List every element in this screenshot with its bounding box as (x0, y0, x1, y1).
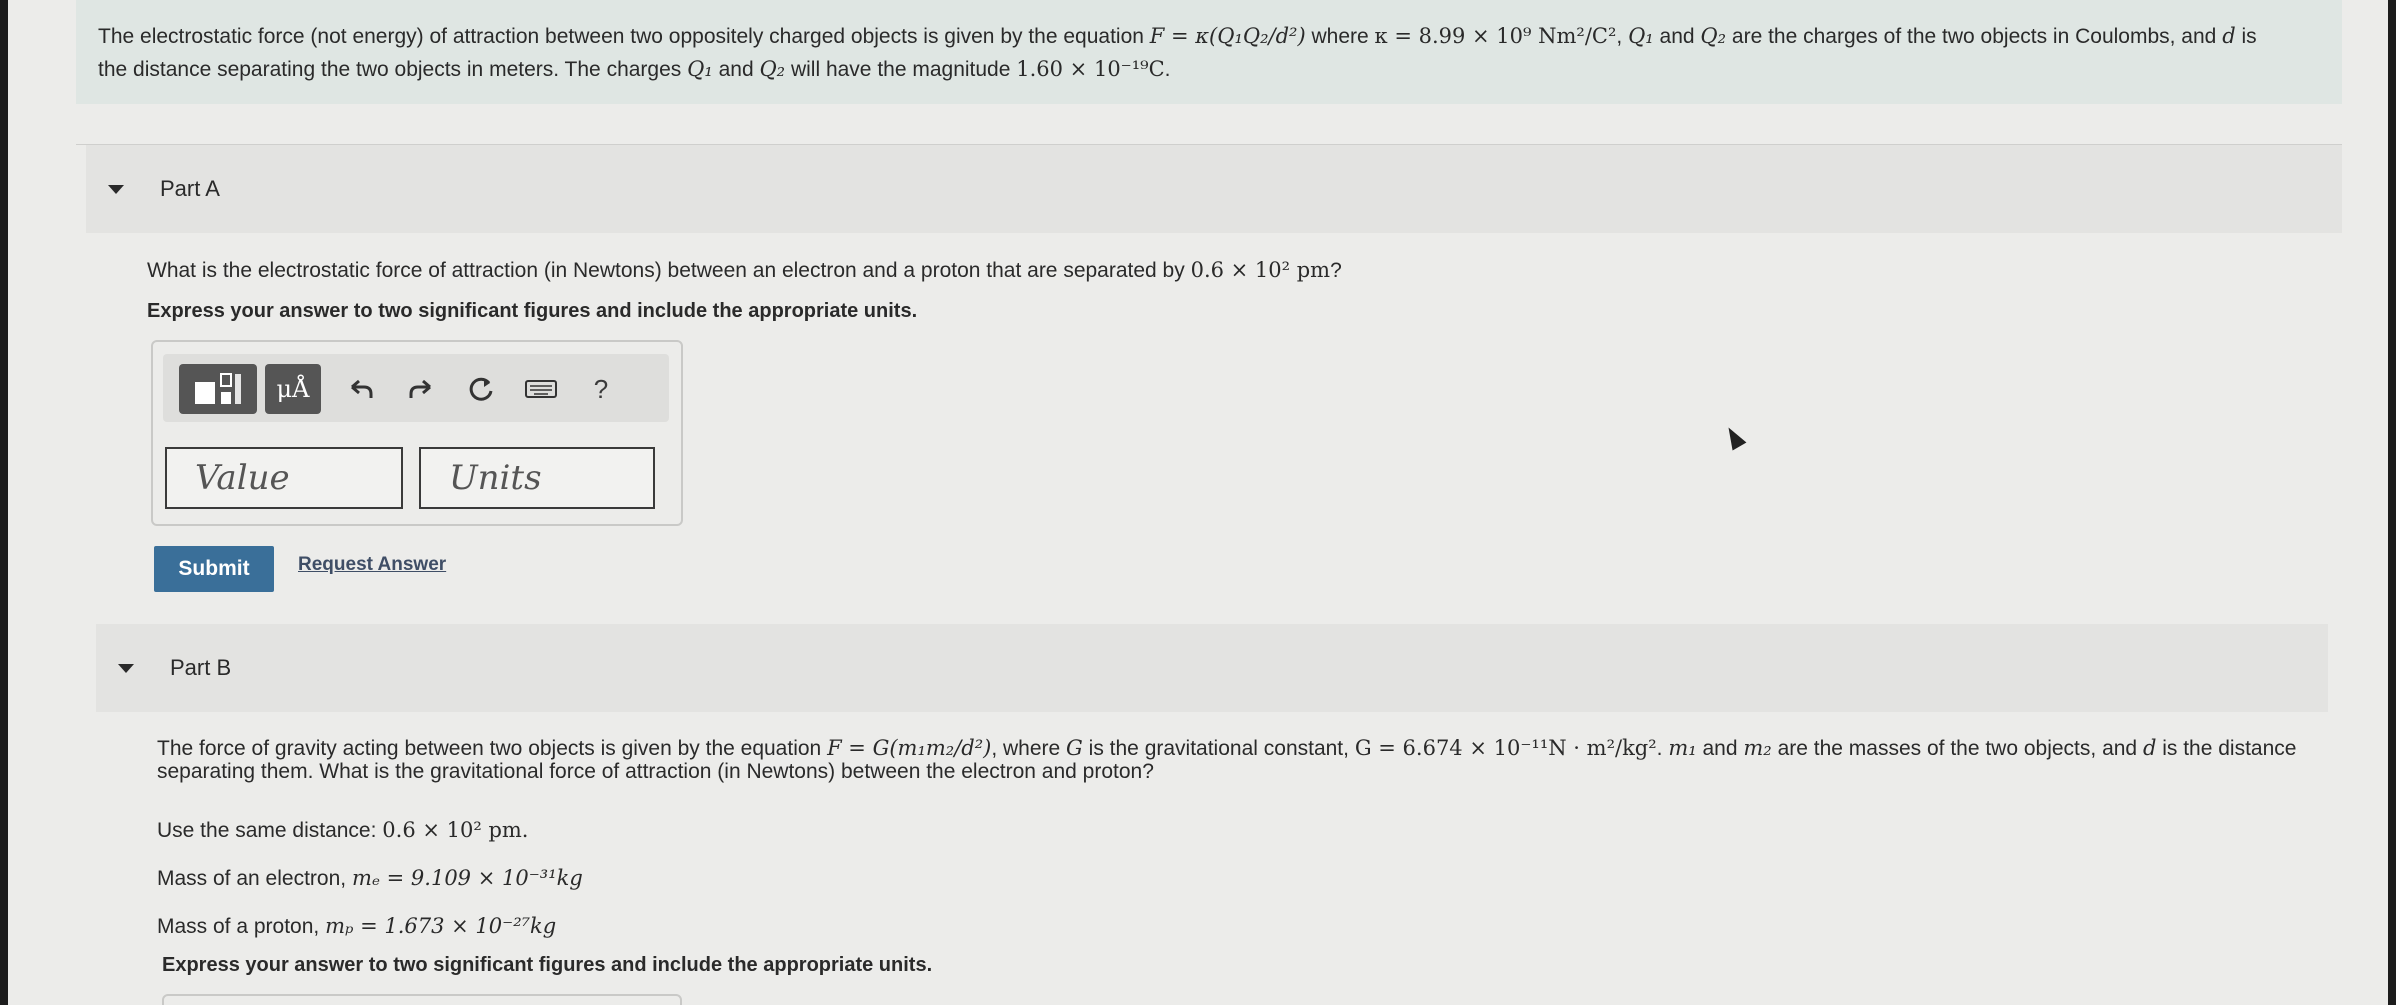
text: The force of gravity acting between two … (157, 737, 828, 760)
text: is the gravitational constant, (1082, 737, 1355, 760)
proton-label: Mass of a proton, (157, 915, 326, 938)
intro-text: and (1653, 25, 1701, 48)
keyboard-icon[interactable] (521, 364, 561, 414)
text: is the distance (2156, 737, 2297, 760)
redo-icon[interactable] (401, 364, 441, 414)
gravitational-constant: G = 6.674 × 10⁻¹¹N · m²/kg² (1354, 736, 1657, 760)
answer-input-panel: μÅ ? Value Units (151, 340, 683, 526)
distance-label: Use the same distance: (157, 819, 383, 842)
value-input[interactable]: Value (165, 447, 403, 509)
distance-value: 0.6 × 10² pm (1190, 258, 1331, 282)
electron-mass-value: mₑ = 9.109 × 10⁻³¹kg (351, 866, 583, 890)
equation-gravity: F = G(m₁m₂/d²) (827, 736, 992, 760)
equation-kappa: κ = 8.99 × 10⁹ Nm²/C² (1374, 24, 1617, 48)
problem-page: The electrostatic force (not energy) of … (8, 0, 2388, 1005)
symbol-q2: Q₂ (759, 57, 786, 81)
part-a-instruction: Express your answer to two significant f… (147, 300, 918, 322)
template-button[interactable] (179, 364, 257, 414)
intro-text: are the charges of the two objects in Co… (1726, 25, 2223, 48)
symbol-m1: m₁ (1668, 736, 1697, 760)
text: . (1656, 737, 1669, 760)
template-icon (195, 373, 241, 404)
help-icon[interactable]: ? (581, 364, 621, 414)
part-a-question: What is the electrostatic force of attra… (147, 258, 1342, 283)
intro-text: is (2235, 25, 2257, 48)
intro-line-2: the distance separating the two objects … (98, 53, 2320, 86)
electron-mass-line: Mass of an electron, mₑ = 9.109 × 10⁻³¹k… (157, 866, 583, 891)
part-b-header[interactable]: Part B (96, 624, 2328, 712)
symbol-d: d (2222, 24, 2236, 48)
charge-magnitude: 1.60 × 10⁻¹⁹C (1016, 57, 1165, 81)
equation-coulomb: F = κ(Q₁Q₂/d²) (1149, 24, 1306, 48)
symbol-q2: Q₂ (1700, 24, 1727, 48)
distance-value: 0.6 × 10² pm. (382, 818, 529, 842)
symbol-g: G (1066, 736, 1083, 760)
intro-text: will have the magnitude (785, 58, 1017, 81)
request-answer-link[interactable]: Request Answer (298, 554, 446, 576)
intro-text: where (1305, 25, 1375, 48)
reset-icon[interactable] (461, 364, 501, 414)
intro-text: , (1616, 25, 1629, 48)
symbol-q1: Q₁ (687, 57, 713, 81)
proton-mass-line: Mass of a proton, mₚ = 1.673 × 10⁻²⁷kg (157, 914, 556, 939)
intro-text: and (712, 58, 760, 81)
proton-mass-value: mₚ = 1.673 × 10⁻²⁷kg (325, 914, 557, 938)
question-text: What is the electrostatic force of attra… (147, 259, 1191, 282)
question-end: ? (1330, 259, 1342, 282)
submit-button[interactable]: Submit (154, 546, 274, 592)
part-a-title: Part A (160, 176, 220, 201)
part-b-line-1: The force of gravity acting between two … (157, 736, 2296, 761)
intro-line-1: The electrostatic force (not energy) of … (98, 20, 2320, 53)
text: are the masses of the two objects, and (1771, 737, 2143, 760)
intro-text: . (1164, 58, 1171, 81)
part-b-line-2: separating them. What is the gravitation… (157, 760, 1154, 783)
answer-input-panel (162, 994, 682, 1005)
units-button[interactable]: μÅ (265, 364, 321, 414)
collapse-caret-icon[interactable] (108, 184, 124, 194)
symbol-d: d (2142, 736, 2157, 760)
text: , where (991, 737, 1067, 760)
collapse-caret-icon[interactable] (118, 663, 134, 673)
part-b-instruction: Express your answer to two significant f… (162, 954, 933, 976)
part-a-header[interactable]: Part A (86, 145, 2342, 233)
text: and (1696, 737, 1744, 760)
intro-text: The electrostatic force (not energy) of … (98, 25, 1150, 48)
intro-text: the distance separating the two objects … (98, 58, 688, 81)
problem-intro: The electrostatic force (not energy) of … (76, 0, 2342, 104)
electron-label: Mass of an electron, (157, 867, 352, 890)
math-toolbar: μÅ ? (163, 354, 669, 422)
symbol-q1: Q₁ (1628, 24, 1654, 48)
mouse-cursor-icon (1721, 423, 1747, 451)
symbol-m2: m₂ (1743, 736, 1772, 760)
units-input[interactable]: Units (419, 447, 655, 509)
part-b-title: Part B (170, 655, 232, 680)
undo-icon[interactable] (341, 364, 381, 414)
distance-line: Use the same distance: 0.6 × 10² pm. (157, 818, 528, 843)
